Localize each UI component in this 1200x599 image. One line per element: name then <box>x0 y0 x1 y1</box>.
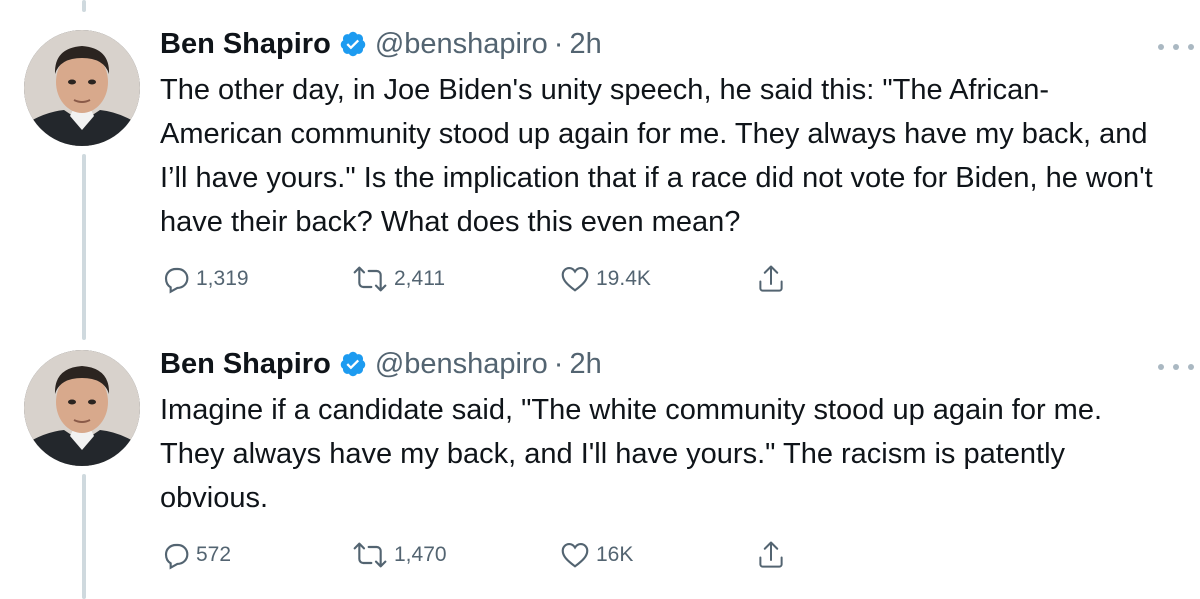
share-icon <box>756 262 786 296</box>
reply-button[interactable]: 1,319 <box>160 262 249 296</box>
author-name[interactable]: Ben Shapiro <box>160 28 331 61</box>
author-name[interactable]: Ben Shapiro <box>160 348 331 381</box>
share-button[interactable] <box>756 538 786 572</box>
tweet-timestamp[interactable]: 2h <box>569 348 601 381</box>
tweet-header: Ben Shapiro @benshapiro · 2h <box>160 344 602 384</box>
tweet-timestamp[interactable]: 2h <box>569 28 601 61</box>
reply-count: 1,319 <box>196 267 249 290</box>
tweet-text: The other day, in Joe Biden's unity spee… <box>160 74 1153 238</box>
tweet-text: Imagine if a candidate said, "The white … <box>160 394 1103 514</box>
share-button[interactable] <box>756 262 786 296</box>
tweet[interactable]: Ben Shapiro @benshapiro · 2h Imagine if … <box>0 330 1200 599</box>
author-handle[interactable]: @benshapiro <box>375 28 548 61</box>
reply-button[interactable]: 572 <box>160 538 231 572</box>
separator-dot: · <box>553 27 564 60</box>
tweet[interactable]: Ben Shapiro @benshapiro · 2h The other d… <box>0 0 1200 330</box>
reply-icon <box>160 539 192 571</box>
tweet-header: Ben Shapiro @benshapiro · 2h <box>160 24 602 64</box>
retweet-button[interactable]: 1,470 <box>350 538 447 572</box>
like-button[interactable]: 19.4K <box>558 262 651 296</box>
author-handle[interactable]: @benshapiro <box>375 348 548 381</box>
retweet-count: 2,411 <box>394 267 445 290</box>
like-count: 19.4K <box>596 267 651 290</box>
verified-badge-icon <box>339 350 367 378</box>
reply-count: 572 <box>196 543 232 566</box>
avatar[interactable] <box>24 30 140 146</box>
like-button[interactable]: 16K <box>558 538 633 572</box>
share-icon <box>756 538 786 572</box>
reply-icon <box>160 263 192 295</box>
more-icon[interactable] <box>1158 40 1194 54</box>
tweet-actions: 1,319 2,411 19.4K <box>160 262 800 296</box>
verified-badge-icon <box>339 30 367 58</box>
avatar[interactable] <box>24 350 140 466</box>
tweet-actions: 572 1,470 16K <box>160 538 800 572</box>
separator-dot: · <box>553 347 564 380</box>
retweet-icon <box>350 539 390 571</box>
retweet-count: 1,470 <box>394 543 447 566</box>
like-count: 16K <box>596 543 634 566</box>
retweet-icon <box>350 263 390 295</box>
more-icon[interactable] <box>1158 360 1194 374</box>
heart-icon <box>558 263 592 295</box>
heart-icon <box>558 539 592 571</box>
retweet-button[interactable]: 2,411 <box>350 262 445 296</box>
